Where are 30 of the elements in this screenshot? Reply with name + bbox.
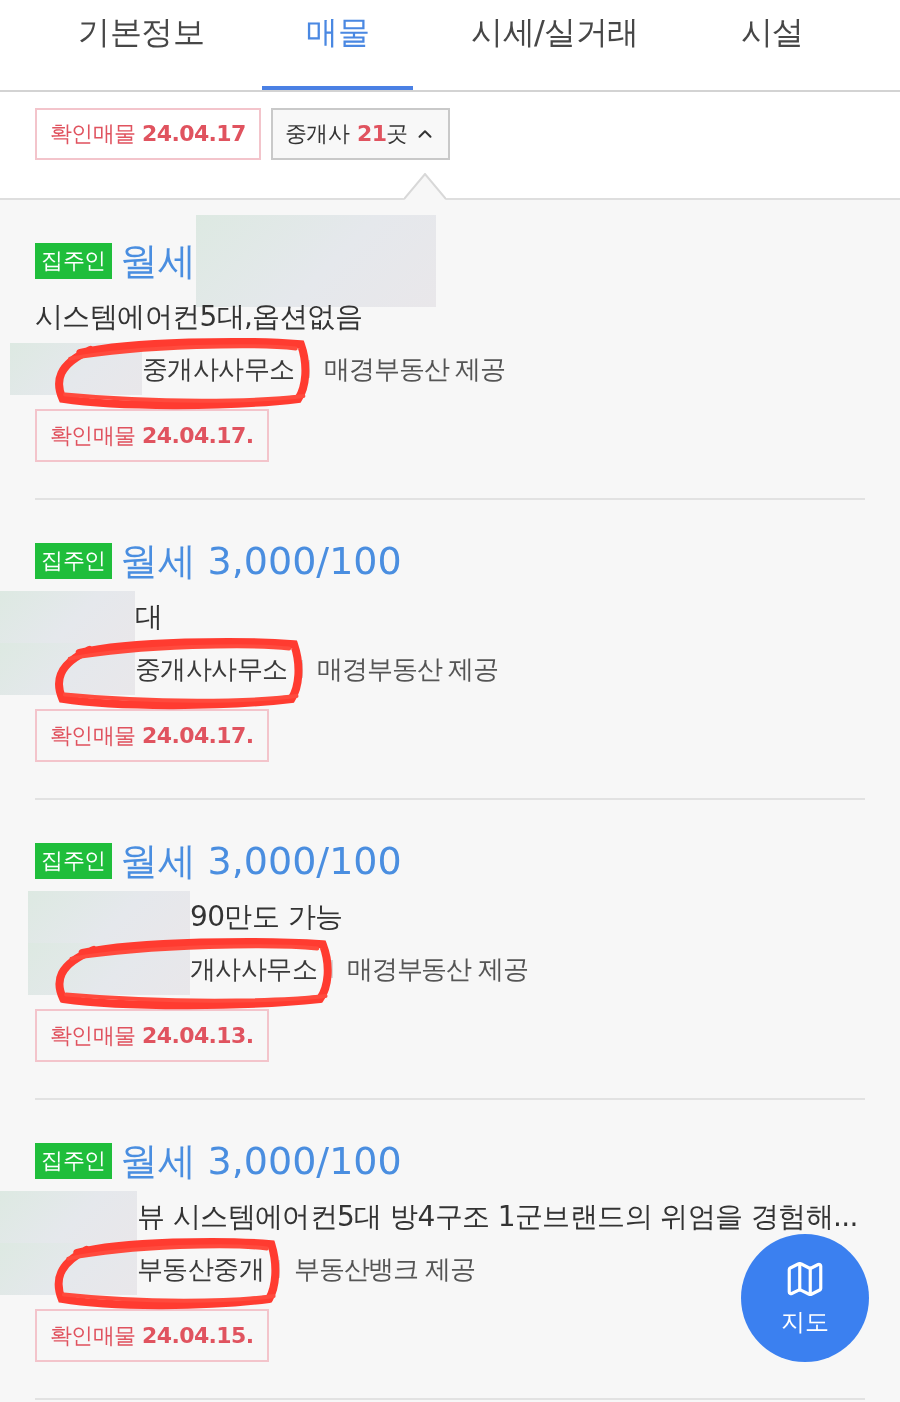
owner-badge: 집주인: [35, 243, 112, 279]
owner-badge: 집주인: [35, 843, 112, 879]
listing-source: 매경부동산 제공: [347, 952, 528, 986]
owner-badge: 집주인: [35, 543, 112, 579]
agents-dropdown-button[interactable]: 중개사 21곳: [270, 108, 450, 160]
listing-description: 90만도 가능: [190, 899, 343, 935]
listing-source: 매경부동산 제공: [324, 352, 506, 386]
listing-source: 매경부동산 제공: [317, 652, 499, 686]
listing-title: 월세 3,000/100: [119, 1139, 402, 1183]
listing-description: 뷰 시스템에어컨5대 방4구조 1군브랜드의 위엄을 경험해...: [137, 1199, 858, 1235]
agency-name: 중개사사무소: [135, 652, 288, 686]
listing-source: 부동산뱅크 제공: [294, 1252, 475, 1286]
tab[interactable]: 기본정보: [34, 0, 248, 90]
confirmed-listing-tag: 확인매물 24.04.17: [35, 108, 261, 160]
listing-title: 월세 3,000/100: [119, 539, 402, 583]
confirmed-listing-tag: 확인매물 24.04.17.: [35, 709, 269, 762]
listing-description: 시스템에어컨5대,옵션없음: [35, 299, 362, 335]
tab[interactable]: 시세/실거래: [427, 0, 683, 90]
confirmed-listing-tag: 확인매물 24.04.13.: [35, 1009, 269, 1062]
agency-name: 개사사무소: [190, 952, 317, 986]
agency-name: 중개사사무소: [142, 352, 295, 386]
listing-description: 대: [135, 599, 163, 635]
owner-badge: 집주인: [35, 1143, 112, 1179]
map-button[interactable]: 지도: [741, 1234, 869, 1362]
listing-title: 월세 3,000/100: [119, 839, 402, 883]
tab[interactable]: 시설: [696, 0, 848, 90]
listing-title: 월세: [119, 239, 196, 283]
confirmed-listing-tag: 확인매물 24.04.15.: [35, 1309, 269, 1362]
confirmed-listing-tag: 확인매물 24.04.17.: [35, 409, 269, 462]
agency-name: 부동산중개: [137, 1252, 264, 1286]
